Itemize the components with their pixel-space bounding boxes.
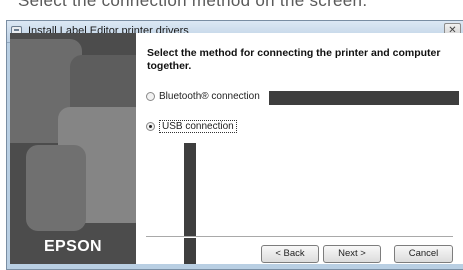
callout-line-usb [184, 143, 196, 264]
page-heading: Select the method for connecting the pri… [147, 47, 441, 72]
sidebar-panel: EPSON [10, 33, 136, 264]
background-caption: Select the connection method on the scre… [18, 0, 368, 10]
back-button[interactable]: < Back [261, 245, 319, 263]
usb-option[interactable]: USB connection [146, 119, 237, 133]
main-content: Select the method for connecting the pri… [136, 33, 463, 264]
next-button[interactable]: Next > [323, 245, 381, 263]
decorative-shape [26, 145, 86, 231]
usb-label[interactable]: USB connection [159, 119, 237, 133]
usb-radio[interactable] [146, 121, 155, 131]
button-divider [146, 236, 453, 238]
bluetooth-label[interactable]: Bluetooth® connection [159, 91, 260, 102]
bluetooth-radio[interactable] [146, 91, 155, 101]
bluetooth-option[interactable]: Bluetooth® connection [146, 89, 260, 103]
cancel-button[interactable]: Cancel [394, 245, 453, 263]
callout-line-bluetooth [269, 91, 459, 105]
epson-logo: EPSON [43, 238, 102, 255]
